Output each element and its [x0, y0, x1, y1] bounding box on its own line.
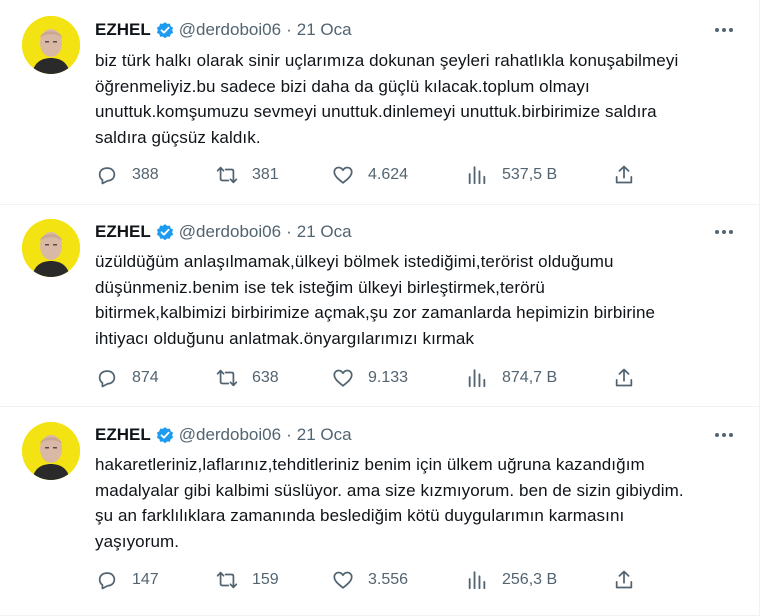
tweet-actions: 874 638 9.133 874,7 B [96, 365, 656, 391]
more-icon [715, 28, 719, 32]
heart-icon [333, 166, 353, 184]
reply-icon [98, 370, 116, 388]
tweet-header: EZHEL @derdoboi06 · 21 Oca [95, 221, 352, 243]
timeline: EZHEL @derdoboi06 · 21 Oca biz türk halk… [0, 0, 760, 616]
tweet-text-line: şu an farklılıklara zamanında beslediğim… [95, 506, 625, 525]
views-button[interactable]: 537,5 B [466, 164, 557, 186]
tweet-text: üzüldüğüm anlaşılmamak,ülkeyi bölmek ist… [95, 249, 735, 351]
tweet-actions: 147 159 3.556 256,3 B [96, 567, 656, 593]
more-icon [715, 433, 719, 437]
view-count: 256,3 B [502, 571, 558, 588]
avatar[interactable] [22, 219, 80, 277]
like-button[interactable]: 3.556 [332, 569, 408, 591]
reply-button[interactable]: 147 [96, 569, 159, 591]
views-button[interactable]: 256,3 B [466, 569, 557, 591]
retweet-icon [216, 571, 238, 589]
tweet-text: biz türk halkı olarak sinir uçlarımıza d… [95, 48, 735, 150]
like-count: 4.624 [368, 166, 409, 183]
separator-dot: · [286, 425, 292, 444]
tweet-text-line: madalyalar gibi kalbimi süslüyor. ama si… [95, 480, 684, 500]
tweet-text-line: yaşıyorum. [95, 531, 180, 551]
reply-icon [98, 167, 116, 185]
views-button[interactable]: 874,7 B [466, 367, 557, 389]
share-button[interactable] [613, 367, 635, 389]
verified-badge-icon [156, 22, 173, 39]
retweet-button[interactable]: 159 [216, 569, 279, 591]
share-button[interactable] [613, 569, 635, 591]
verified-badge-icon [156, 224, 173, 241]
reply-count: 874 [132, 369, 159, 386]
display-name[interactable]: EZHEL [95, 222, 151, 242]
view-count: 537,5 B [502, 166, 558, 183]
reply-icon [98, 572, 116, 590]
retweet-icon [216, 369, 238, 387]
more-options-button[interactable] [711, 425, 737, 445]
more-icon [715, 230, 719, 234]
avatar[interactable] [22, 16, 80, 74]
tweet-date[interactable]: 21 Oca [297, 20, 352, 40]
tweet[interactable]: EZHEL @derdoboi06 · 21 Oca biz türk halk… [0, 0, 759, 205]
retweet-count: 638 [252, 369, 279, 386]
reply-count: 147 [132, 571, 159, 588]
tweet-text-line: üzüldüğüm anlaşılmamak,ülkeyi bölmek ist… [95, 252, 614, 271]
like-count: 3.556 [368, 571, 409, 588]
tweet-text-line: bitirmek,kalbimizi birbirimize açmak,şu … [95, 303, 656, 322]
views-icon [468, 369, 486, 388]
share-icon [615, 368, 633, 387]
tweet-actions: 388 381 4.624 537,5 B [96, 162, 656, 188]
tweet-text-line: öğrenmeliyiz.bu sadece bizi daha da güçl… [95, 76, 590, 96]
share-icon [615, 165, 633, 184]
separator-dot: · [286, 20, 292, 39]
heart-icon [333, 571, 353, 589]
retweet-button[interactable]: 638 [216, 367, 279, 389]
display-name[interactable]: EZHEL [95, 20, 151, 40]
views-icon [468, 166, 486, 185]
heart-icon [333, 369, 353, 387]
views-icon [468, 571, 486, 590]
avatar-photo-icon [22, 219, 80, 277]
tweet-text-line: saldıra güçsüz kaldık. [95, 127, 261, 147]
tweet-text-line: unuttuk.komşumuzu sevmeyi unuttuk.dinlem… [95, 102, 657, 121]
avatar[interactable] [22, 422, 80, 480]
user-handle[interactable]: @derdoboi06 [179, 425, 281, 445]
verified-badge-icon [156, 427, 173, 444]
display-name[interactable]: EZHEL [95, 425, 151, 445]
share-icon [615, 570, 633, 589]
tweet-date[interactable]: 21 Oca [297, 222, 352, 242]
reply-button[interactable]: 874 [96, 367, 159, 389]
user-handle[interactable]: @derdoboi06 [179, 20, 281, 40]
tweet[interactable]: EZHEL @derdoboi06 · 21 Oca hakaretlerini… [0, 407, 759, 616]
reply-button[interactable]: 388 [96, 164, 159, 186]
tweet-text-line: ihtiyacı olduğunu anlatmak.önyargılarımı… [95, 328, 475, 348]
tweet-text: hakaretleriniz,laflarınız,tehditleriniz … [95, 452, 735, 554]
tweet[interactable]: EZHEL @derdoboi06 · 21 Oca üzüldüğüm anl… [0, 205, 759, 407]
tweet-text-line: hakaretleriniz,laflarınız,tehditleriniz … [95, 455, 645, 474]
separator-dot: · [286, 222, 292, 241]
user-handle[interactable]: @derdoboi06 [179, 222, 281, 242]
like-count: 9.133 [368, 369, 409, 386]
retweet-count: 381 [252, 166, 279, 183]
more-options-button[interactable] [711, 222, 737, 242]
like-button[interactable]: 9.133 [332, 367, 408, 389]
tweet-header: EZHEL @derdoboi06 · 21 Oca [95, 19, 352, 41]
avatar-photo-icon [22, 422, 80, 480]
more-options-button[interactable] [711, 20, 737, 40]
retweet-count: 159 [252, 571, 279, 588]
share-button[interactable] [613, 164, 635, 186]
tweet-text-line: düşünmeniz.benim ise tek isteğim ülkeyi … [95, 277, 545, 297]
tweet-header: EZHEL @derdoboi06 · 21 Oca [95, 424, 352, 446]
avatar-photo-icon [22, 16, 80, 74]
retweet-icon [216, 166, 238, 184]
reply-count: 388 [132, 166, 159, 183]
tweet-text-line: biz türk halkı olarak sinir uçlarımıza d… [95, 51, 679, 70]
like-button[interactable]: 4.624 [332, 164, 408, 186]
retweet-button[interactable]: 381 [216, 164, 279, 186]
view-count: 874,7 B [502, 369, 558, 386]
tweet-date[interactable]: 21 Oca [297, 425, 352, 445]
